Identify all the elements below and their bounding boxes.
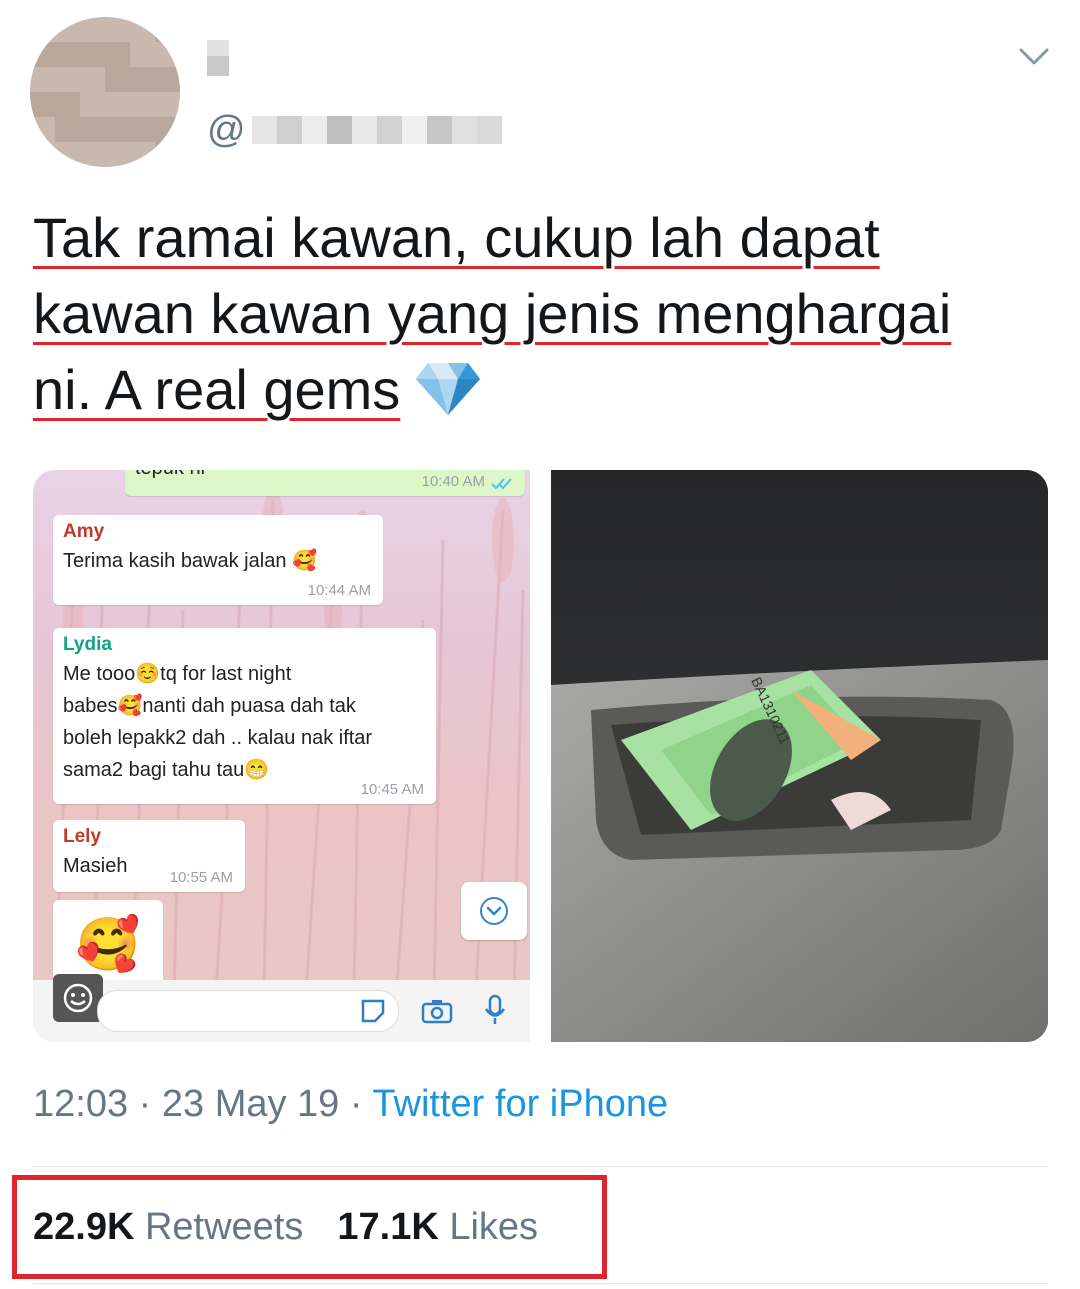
chat-time: 10:45 AM (360, 781, 424, 798)
chat-partial-text: tepuk ni (135, 470, 205, 484)
microphone-icon (484, 994, 506, 1024)
tweet-line-1: Tak ramai kawan, cukup lah dapat (33, 206, 880, 269)
tweet-line-3: ni. A real gems (33, 358, 401, 421)
handle-at-sign: @ (207, 108, 246, 151)
chat-screenshot-image[interactable]: tepuk ni 10:40 AM Amy Terima kasih bawak… (33, 470, 530, 1042)
tweet-meta: 12:03 · 23 May 19 · Twitter for iPhone (33, 1083, 668, 1126)
chat-sender: Lely (63, 826, 102, 847)
tweet-line-2: kawan kawan yang jenis menghargai (33, 282, 952, 345)
chat-message-line: boleh lepakk2 dah .. kalau nak iftar (63, 727, 373, 749)
avatar[interactable] (30, 17, 180, 167)
chat-bubble-lydia: Lydia Me tooo☺️tq for last night babes🥰n… (53, 628, 436, 804)
tweet-text: Tak ramai kawan, cukup lah dapat kawan k… (33, 200, 1043, 428)
tweet-time: 12:03 (33, 1083, 129, 1125)
chat-bubble-amy: Amy Terima kasih bawak jalan 🥰 10:44 AM (53, 515, 383, 605)
chat-sender: Amy (63, 521, 105, 542)
tweet-media[interactable]: tepuk ni 10:40 AM Amy Terima kasih bawak… (33, 470, 1048, 1042)
chevron-down-icon[interactable] (1018, 46, 1050, 68)
chat-input-bar (33, 974, 530, 1042)
divider (33, 1166, 1048, 1167)
engagement-stats-highlight: 22.9K Retweets 17.1K Likes (12, 1175, 607, 1279)
likes-count: 17.1K (337, 1205, 439, 1248)
likes-label: Likes (449, 1205, 539, 1248)
banknote-in-car-door-image: BA1310211 (551, 470, 1048, 1042)
meta-separator: · (128, 1083, 162, 1125)
emoji-smile-icon (53, 974, 103, 1022)
likes-stat[interactable]: 17.1K Likes (337, 1206, 538, 1249)
tweet-date: 23 May 19 (161, 1083, 340, 1125)
camera-icon (421, 1000, 453, 1024)
retweets-label: Retweets (144, 1205, 304, 1248)
chat-time: 10:40 AM (421, 473, 485, 490)
chevron-down-circle-icon (480, 897, 508, 925)
handle-blurred (251, 116, 502, 144)
user-handle[interactable]: @ (207, 108, 502, 151)
chat-message-line: Me tooo☺️tq for last night (63, 663, 292, 685)
chat-sender: Lydia (63, 634, 112, 655)
retweets-stat[interactable]: 22.9K Retweets (33, 1206, 303, 1249)
chat-message-line: babes🥰nanti dah puasa dah tak (63, 695, 356, 717)
chat-text-field (97, 990, 399, 1032)
double-check-icon (491, 478, 512, 490)
display-name-blurred[interactable] (207, 40, 229, 76)
meta-separator: · (339, 1083, 373, 1125)
divider (33, 1283, 1048, 1284)
chat-bubble-outgoing: tepuk ni 10:40 AM (125, 470, 525, 496)
retweets-count: 22.9K (33, 1205, 135, 1248)
chat-message: Terima kasih bawak jalan 🥰 (63, 550, 317, 572)
smiling-face-hearts-sticker: 🥰 (75, 916, 141, 974)
tweet-source-link[interactable]: Twitter for iPhone (372, 1083, 668, 1125)
chat-bubble-lely: Lely Masieh 10:55 AM (53, 820, 245, 892)
chat-time: 10:55 AM (169, 869, 233, 886)
gem-stone-icon (416, 363, 481, 415)
banknote-car-photo[interactable]: BA1310211 (551, 470, 1048, 1042)
sticker-icon (361, 999, 385, 1023)
scroll-down-button (461, 882, 527, 940)
chat-time: 10:44 AM (307, 582, 371, 599)
